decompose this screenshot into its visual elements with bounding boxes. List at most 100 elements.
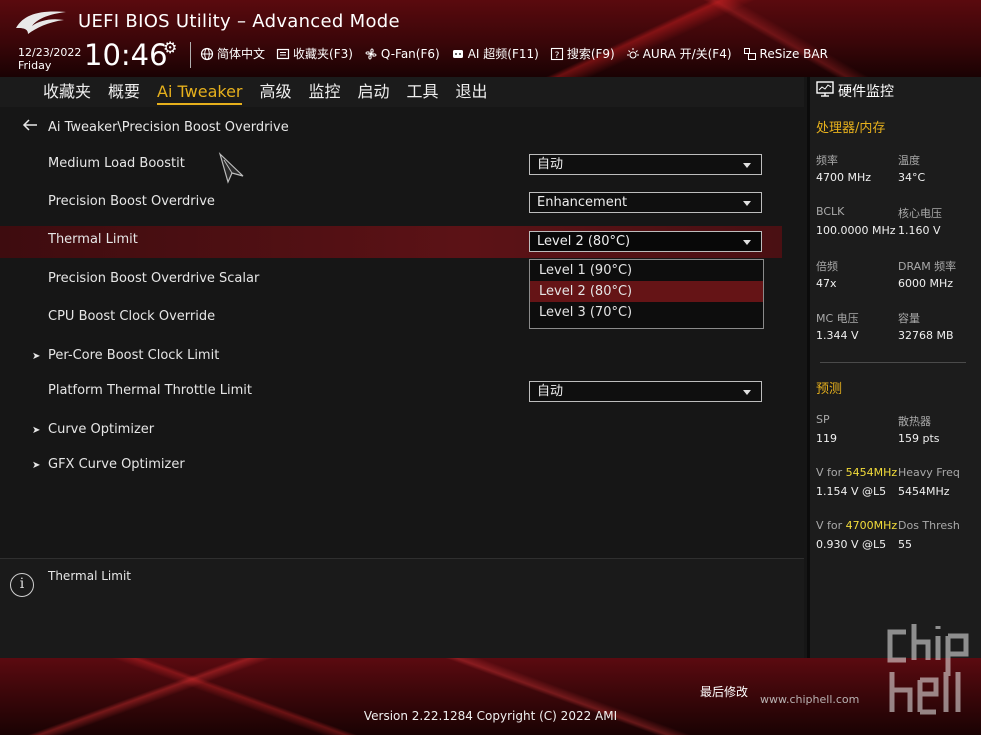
dos-thresh-value: 55 [898, 538, 912, 551]
bclk-value: 100.0000 MHz [816, 224, 896, 237]
fan-icon [364, 47, 378, 61]
time-display: 10:46 [84, 38, 168, 72]
app-title: UEFI BIOS Utility – Advanced Mode [78, 11, 400, 32]
chevron-down-icon [743, 390, 751, 395]
tab-favorites[interactable]: 收藏夹 [40, 80, 105, 104]
search-label: 搜索(F9) [566, 47, 615, 61]
vfor-5454-value: 1.154 V @L5 [816, 485, 887, 498]
tab-label: Ai Tweaker [157, 82, 243, 101]
tab-monitor[interactable]: 监控 [306, 80, 355, 104]
chevron-down-icon [743, 201, 751, 206]
chevron-down-icon [743, 240, 751, 245]
favorites-label: 收藏夹(F3) [293, 47, 353, 61]
curve-optimizer-link[interactable]: Curve Optimizer [48, 422, 154, 437]
vfor-freq: 4700MHz [845, 519, 898, 532]
resize-bar-label: ReSize BAR [759, 46, 828, 61]
thermal-limit-select[interactable]: Level 2 (80°C) [529, 231, 762, 252]
header-toolbar: 简体中文 收藏夹(F3) Q-Fan(F6) AI 超频(F11) ? 搜索(F… [200, 45, 828, 62]
qfan-button[interactable]: Q-Fan(F6) [364, 45, 440, 62]
chevron-down-icon [743, 163, 751, 168]
freq-value: 4700 MHz [816, 171, 872, 184]
globe-icon [200, 47, 214, 61]
aura-button[interactable]: AURA 开/关(F4) [626, 45, 732, 62]
tab-boot[interactable]: 启动 [355, 80, 404, 104]
monitor-screen-icon [816, 81, 834, 101]
select-value: 自动 [537, 384, 564, 399]
tab-label: 工具 [406, 82, 439, 101]
help-text: Thermal Limit [48, 569, 131, 583]
mc-voltage-value: 1.344 V [816, 329, 859, 342]
date-display: 12/23/2022 Friday [18, 46, 81, 72]
ratio-value: 47x [816, 277, 837, 290]
tab-label: 退出 [455, 82, 488, 101]
gfx-curve-optimizer-link[interactable]: GFX Curve Optimizer [48, 457, 185, 472]
svg-text:?: ? [554, 51, 559, 61]
medium-load-boostit-label[interactable]: Medium Load Boostit [48, 156, 185, 171]
cpu-memory-section-title: 处理器/内存 [816, 121, 886, 136]
language-button[interactable]: 简体中文 [200, 45, 265, 62]
vfor-freq: 5454MHz [845, 466, 898, 479]
tab-label: 启动 [357, 82, 390, 101]
resize-bar-button[interactable]: ReSize BAR [743, 45, 828, 62]
aura-label: AURA 开/关(F4) [642, 47, 732, 61]
back-arrow-icon[interactable] [22, 119, 38, 135]
breadcrumb-path: Ai Tweaker\Precision Boost Overdrive [48, 119, 289, 135]
dropdown-option-level-2[interactable]: Level 2 (80°C) [530, 281, 763, 302]
select-value: Level 2 (80°C) [537, 234, 631, 249]
last-modified-button[interactable]: 最后修改 [700, 683, 748, 700]
aura-light-icon [626, 47, 640, 61]
tab-exit[interactable]: 退出 [453, 80, 502, 104]
cooler-label: 散热器 [898, 415, 931, 428]
cooler-value: 159 pts [898, 432, 940, 445]
dram-freq-label: DRAM 频率 [898, 260, 957, 273]
capacity-label: 容量 [898, 312, 920, 325]
info-icon: i [10, 573, 34, 597]
favorites-button[interactable]: 收藏夹(F3) [276, 45, 353, 62]
language-label: 简体中文 [217, 47, 266, 61]
platform-thermal-throttle-select[interactable]: 自动 [529, 381, 762, 402]
ai-overclock-icon [451, 47, 465, 61]
pbo-scalar-label[interactable]: Precision Boost Overdrive Scalar [48, 271, 259, 286]
ratio-label: 倍频 [816, 260, 838, 273]
expand-arrow-icon: ➤ [32, 351, 41, 362]
tab-label: 收藏夹 [43, 82, 92, 101]
gear-icon[interactable]: ⚙ [163, 38, 177, 57]
bookmark-icon [276, 47, 290, 61]
tab-main[interactable]: 概要 [105, 80, 154, 104]
ai-overclock-button[interactable]: AI 超频(F11) [451, 45, 539, 62]
core-voltage-value: 1.160 V [898, 224, 941, 237]
per-core-boost-clock-limit-link[interactable]: Per-Core Boost Clock Limit [48, 348, 219, 363]
platform-thermal-throttle-label[interactable]: Platform Thermal Throttle Limit [48, 383, 252, 398]
vfor-4700-label: V for 4700MHz [816, 519, 897, 532]
version-text: Version 2.22.1284 Copyright (C) 2022 AMI [363, 709, 618, 723]
dram-freq-value: 6000 MHz [898, 277, 954, 290]
dropdown-option-level-3[interactable]: Level 3 (70°C) [530, 302, 763, 323]
ai-overclock-label: AI 超频(F11) [467, 47, 539, 61]
heavy-freq-value: 5454MHz [898, 485, 950, 498]
expand-arrow-icon: ➤ [32, 460, 41, 471]
search-button[interactable]: ? 搜索(F9) [550, 45, 615, 62]
monitor-divider [820, 362, 966, 363]
hardware-monitor-title: 硬件监控 [816, 81, 894, 101]
core-voltage-label: 核心电压 [898, 207, 942, 220]
vfor-5454-label: V for 5454MHz [816, 466, 897, 479]
date-text: 12/23/2022 [18, 46, 82, 59]
expand-arrow-icon: ➤ [32, 425, 41, 436]
day-text: Friday [18, 59, 52, 72]
tab-label: 概要 [108, 82, 141, 101]
header-divider [190, 42, 191, 68]
watermark-url: www.chiphell.com [760, 693, 860, 706]
tab-advanced[interactable]: 高级 [256, 80, 305, 104]
medium-load-boostit-select[interactable]: 自动 [529, 154, 762, 175]
vfor-prefix: V for [816, 466, 846, 479]
tab-tool[interactable]: 工具 [404, 80, 453, 104]
pbo-select[interactable]: Enhancement [529, 192, 762, 213]
dropdown-option-level-1[interactable]: Level 1 (90°C) [530, 260, 763, 281]
cpu-boost-clock-override-label[interactable]: CPU Boost Clock Override [48, 309, 215, 324]
sp-label: SP [816, 413, 830, 426]
pbo-label[interactable]: Precision Boost Overdrive [48, 194, 215, 209]
tab-label: 监控 [308, 82, 341, 101]
dos-thresh-label: Dos Thresh [898, 519, 960, 532]
tab-ai-tweaker[interactable]: Ai Tweaker [154, 80, 256, 105]
thermal-limit-label[interactable]: Thermal Limit [48, 232, 138, 247]
